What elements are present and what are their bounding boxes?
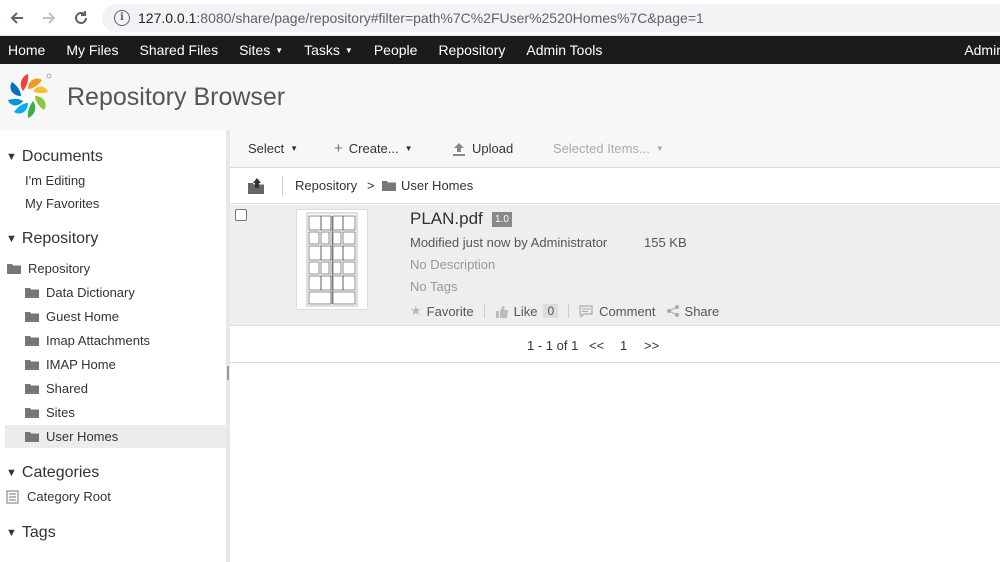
tree-item-repository[interactable]: Repository xyxy=(0,257,226,280)
table-row[interactable]: PLAN.pdf 1.0 Modified just now by Admini… xyxy=(230,205,1000,326)
category-icon xyxy=(6,490,19,503)
thumbs-up-icon xyxy=(495,305,508,318)
pagination-next[interactable]: >> xyxy=(644,338,659,353)
breadcrumb: Repository > User Homes xyxy=(230,168,1000,204)
menu-repository[interactable]: Repository xyxy=(430,36,518,64)
folder-icon xyxy=(25,384,39,394)
repository-section-header[interactable]: ▼ Repository xyxy=(6,230,98,248)
folder-icon xyxy=(382,181,396,191)
caret-down-icon: ▼ xyxy=(290,144,299,153)
page-header: Repository Browser xyxy=(0,64,1000,130)
categories-section-header[interactable]: ▼ Categories xyxy=(6,464,99,482)
tree-item-imap-home[interactable]: IMAP Home xyxy=(0,353,226,376)
document-name-link[interactable]: PLAN.pdf xyxy=(410,209,483,229)
floor-plan-thumbnail xyxy=(306,212,358,307)
folder-icon xyxy=(25,312,39,322)
caret-down-icon: ▼ xyxy=(275,45,284,55)
like-count: 0 xyxy=(543,304,559,318)
reload-icon[interactable] xyxy=(69,6,93,30)
breadcrumb-separator: > xyxy=(367,178,375,193)
select-menu-button[interactable]: Select ▼ xyxy=(248,141,298,156)
document-toolbar: Select ▼ + Create... ▼ Upload Selected Item… xyxy=(230,130,1000,168)
collapse-triangle-icon: ▼ xyxy=(6,467,17,479)
user-menu[interactable]: Admin xyxy=(964,42,1000,58)
menu-sites[interactable]: Sites ▼ xyxy=(231,36,296,64)
resize-grip-icon xyxy=(227,366,229,380)
folder-icon xyxy=(7,264,21,274)
pagination-summary: 1 - 1 of 1 xyxy=(527,338,579,353)
caret-down-icon: ▼ xyxy=(404,144,413,153)
pagination-prev[interactable]: << xyxy=(589,338,604,353)
folder-icon xyxy=(25,360,39,370)
sidebar-link-my-favorites[interactable]: My Favorites xyxy=(25,196,99,211)
tree-item-imap-attachments[interactable]: Imap Attachments xyxy=(0,329,226,352)
divider xyxy=(568,304,570,318)
menu-tasks[interactable]: Tasks ▼ xyxy=(296,36,366,64)
document-list-panel: Select ▼ + Create... ▼ Upload Selected Item… xyxy=(230,130,1000,562)
menu-my-files[interactable]: My Files xyxy=(58,36,131,64)
divider xyxy=(282,176,283,196)
address-bar[interactable]: i 127.0.0.1:8080/share/page/repository#f… xyxy=(102,4,1000,32)
tree-item-category-root[interactable]: Category Root xyxy=(0,485,226,508)
tree-item-shared[interactable]: Shared xyxy=(0,377,226,400)
tree-item-data-dictionary[interactable]: Data Dictionary xyxy=(0,281,226,304)
comment-icon xyxy=(579,305,593,317)
menu-people[interactable]: People xyxy=(366,36,431,64)
folder-open-icon xyxy=(25,432,39,442)
folder-up-icon[interactable] xyxy=(248,178,264,194)
back-arrow-icon[interactable] xyxy=(5,6,29,30)
page-title: Repository Browser xyxy=(67,83,286,111)
tree-item-guest-home[interactable]: Guest Home xyxy=(0,305,226,328)
upload-icon xyxy=(453,142,465,156)
tags-section-header[interactable]: ▼ Tags xyxy=(6,524,56,542)
folder-icon xyxy=(25,408,39,418)
folder-icon xyxy=(25,336,39,346)
app-logo xyxy=(8,73,52,118)
star-icon: ★ xyxy=(410,303,422,318)
collapse-triangle-icon: ▼ xyxy=(6,233,17,245)
menu-shared-files[interactable]: Shared Files xyxy=(131,36,231,64)
sidebar-link-im-editing[interactable]: I'm Editing xyxy=(25,173,85,188)
file-size: 155 KB xyxy=(644,235,687,250)
url-text: 127.0.0.1:8080/share/page/repository#fil… xyxy=(138,10,704,26)
document-tags[interactable]: No Tags xyxy=(410,279,457,294)
pagination: 1 - 1 of 1 << 1 >> xyxy=(230,327,1000,363)
menu-home[interactable]: Home xyxy=(0,36,58,64)
app-top-menu: Home My Files Shared Files Sites ▼ Tasks ▼… xyxy=(0,36,1000,64)
share-icon xyxy=(666,305,679,317)
folder-icon xyxy=(25,288,39,298)
documents-section-header[interactable]: ▼ Documents xyxy=(6,148,103,166)
favorite-action[interactable]: ★ Favorite xyxy=(410,303,474,319)
like-action[interactable]: Like 0 xyxy=(495,304,559,319)
sidebar: ▼ Documents I'm Editing My Favorites ▼ Rep… xyxy=(0,130,226,562)
divider xyxy=(483,304,485,318)
menu-admin-tools[interactable]: Admin Tools xyxy=(518,36,615,64)
breadcrumb-repository[interactable]: Repository xyxy=(295,178,357,193)
document-actions: ★ Favorite Like 0 Comment Share xyxy=(410,303,729,319)
caret-down-icon: ▼ xyxy=(344,45,353,55)
pagination-page-1[interactable]: 1 xyxy=(620,338,627,353)
breadcrumb-user-homes[interactable]: User Homes xyxy=(382,178,473,193)
caret-down-icon: ▼ xyxy=(655,144,664,153)
collapse-triangle-icon: ▼ xyxy=(6,527,17,539)
selected-items-menu[interactable]: Selected Items... ▼ xyxy=(553,141,664,156)
share-action[interactable]: Share xyxy=(666,304,719,319)
tree-item-user-homes[interactable]: User Homes xyxy=(5,425,226,448)
version-badge: 1.0 xyxy=(492,212,512,227)
comment-action[interactable]: Comment xyxy=(579,304,656,319)
modified-info: Modified just now by Administrator xyxy=(410,235,608,250)
plus-icon: + xyxy=(334,140,343,157)
document-description[interactable]: No Description xyxy=(410,257,495,272)
upload-button[interactable]: Upload xyxy=(452,141,513,156)
forward-arrow-icon[interactable] xyxy=(37,6,61,30)
row-checkbox[interactable] xyxy=(235,209,247,221)
site-info-icon[interactable]: i xyxy=(114,10,130,26)
tree-item-sites[interactable]: Sites xyxy=(0,401,226,424)
create-menu-button[interactable]: + Create... ▼ xyxy=(334,140,413,157)
document-thumbnail[interactable] xyxy=(296,209,368,310)
browser-toolbar: i 127.0.0.1:8080/share/page/repository#f… xyxy=(0,0,1000,36)
collapse-triangle-icon: ▼ xyxy=(6,151,17,163)
